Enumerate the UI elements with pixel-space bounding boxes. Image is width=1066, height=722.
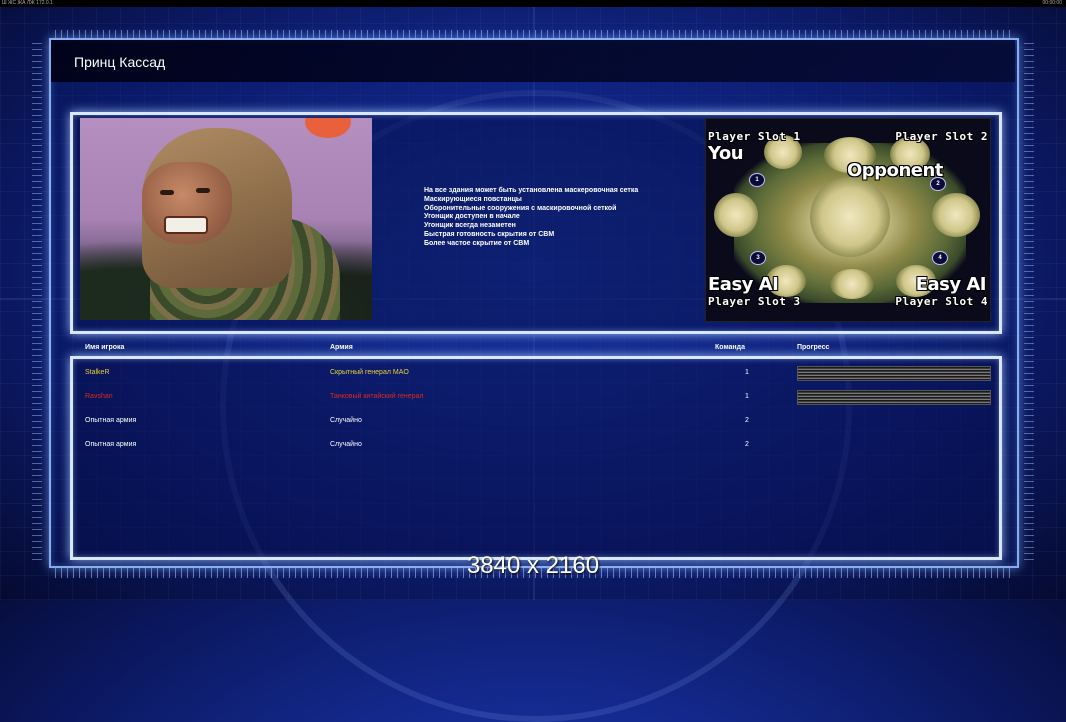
player-team: 2 [745, 441, 749, 448]
general-description-list: На все здания может быть установлена мас… [424, 187, 638, 249]
player-army: Случайно [330, 417, 362, 424]
slot-marker-4: 4 [932, 251, 948, 265]
ruler-right [1024, 40, 1034, 560]
description-line: Более частое скрытие от СВМ [424, 239, 530, 247]
slot-marker-3: 3 [750, 251, 766, 265]
description-line: На все здания может быть установлена мас… [424, 187, 639, 194]
portrait-eye-right [196, 188, 210, 193]
map-preview: 1 2 3 4 Player Slot 1 Player Slot 2 Play… [705, 118, 991, 322]
ruler-left [32, 40, 42, 560]
slot2-player: Opponent [847, 160, 943, 181]
map-plateau [932, 193, 980, 237]
general-portrait [80, 118, 372, 320]
portrait-mouth [164, 216, 208, 234]
header-player-name: Имя игрока [85, 344, 125, 351]
player-row: Опытная армия Случайно 2 [0, 435, 1066, 455]
header-progress: Прогресс [797, 344, 830, 351]
slot4-label: Player Slot 4 [895, 295, 988, 308]
slot3-player: Easy AI [708, 274, 779, 295]
map-center-plateau [810, 177, 890, 257]
player-name: Ravshan [85, 393, 113, 400]
player-name: Опытная армия [85, 441, 137, 448]
description-line: Угонщик всегда незаметен [424, 222, 516, 230]
description-line: Маскирующиеся повстанцы [424, 195, 522, 203]
player-team: 1 [745, 393, 749, 400]
map-plateau [830, 269, 874, 299]
description-line: Быстрая готовность скрытия от СВМ [424, 230, 555, 238]
player-row: StalkeR Скрытный генерал MAO 1 [0, 363, 1066, 383]
slot4-player: Easy AI [915, 274, 987, 295]
slot-marker-1: 1 [749, 173, 765, 187]
slot2-label: Player Slot 2 [895, 130, 988, 143]
map-plateau [714, 193, 758, 237]
player-army: Скрытный генерал MAO [330, 369, 409, 376]
header-team: Команда [715, 344, 745, 351]
description-line: Оборонительные сооружения с маскировочно… [424, 204, 617, 212]
topbar-clock: 00:00:00 [1042, 0, 1062, 6]
player-progress-bar [797, 390, 991, 405]
portrait-eye-left [160, 190, 174, 195]
general-title: Принц Кассад [74, 54, 166, 70]
player-row: Опытная армия Случайно 2 [0, 411, 1066, 431]
player-progress-bar [797, 366, 991, 381]
player-name: Опытная армия [85, 417, 137, 424]
description-line: Угонщик доступен в начале [424, 213, 520, 221]
title-bar [51, 40, 1015, 82]
resolution-overlay: 3840 x 2160 [466, 552, 600, 579]
player-name: StalkeR [85, 369, 110, 376]
player-team: 1 [745, 369, 749, 376]
system-topbar: Ш ЖС ЖА ЛЖ 172.0.1 00:00:00 [0, 0, 1066, 7]
slot1-label: Player Slot 1 [708, 130, 801, 143]
player-team: 2 [745, 417, 749, 424]
header-army: Армия [330, 344, 353, 351]
slot1-player: You [708, 143, 744, 164]
player-army: Танковый китайский генерал [330, 393, 424, 400]
player-army: Случайно [330, 441, 362, 448]
portrait-sun [305, 118, 351, 138]
player-row: Ravshan Танковый китайский генерал 1 [0, 387, 1066, 407]
slot3-label: Player Slot 3 [708, 295, 801, 308]
topbar-status: Ш ЖС ЖА ЛЖ 172.0.1 [2, 0, 53, 6]
